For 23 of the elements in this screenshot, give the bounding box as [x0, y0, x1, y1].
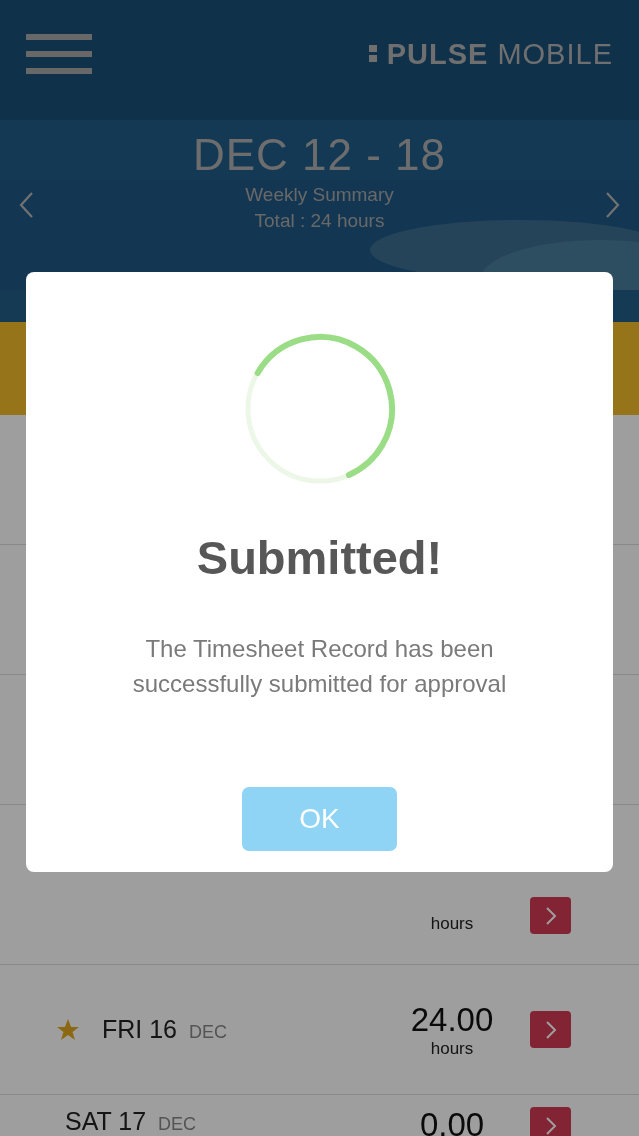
open-day-button[interactable] [530, 1107, 571, 1136]
day-row[interactable]: FRI 16 DEC 24.00 hours [0, 965, 639, 1095]
summary-label: Weekly Summary [245, 184, 394, 206]
brand-name: PULSE MOBILE [386, 37, 613, 71]
open-day-button[interactable] [530, 897, 571, 934]
total-hours: Total : 24 hours [254, 210, 385, 232]
dialog-title: Submitted! [196, 530, 443, 585]
hours-unit: hours [430, 1038, 474, 1059]
chevron-icon [544, 1115, 557, 1136]
month-label: DEC [189, 1022, 228, 1043]
logo-icon [368, 45, 377, 63]
hours-unit: hours [430, 914, 474, 934]
month-label: DEC [158, 1114, 197, 1135]
day-row[interactable]: SAT 17 DEC 0.00 [0, 1095, 639, 1136]
dialog-message: The Timesheet Record has been successfully submitted for approval [131, 634, 508, 699]
open-day-button[interactable] [530, 1011, 571, 1048]
day-label: SAT 17 [65, 1107, 147, 1136]
day-label: FRI 16 [102, 1015, 178, 1044]
week-range: DEC 12 - 18 [192, 130, 447, 180]
hours-value: 0.00 [419, 1107, 485, 1136]
hours-value: 24.00 [410, 1000, 494, 1039]
chevron-icon [544, 1019, 557, 1040]
chevron-icon [544, 905, 557, 926]
